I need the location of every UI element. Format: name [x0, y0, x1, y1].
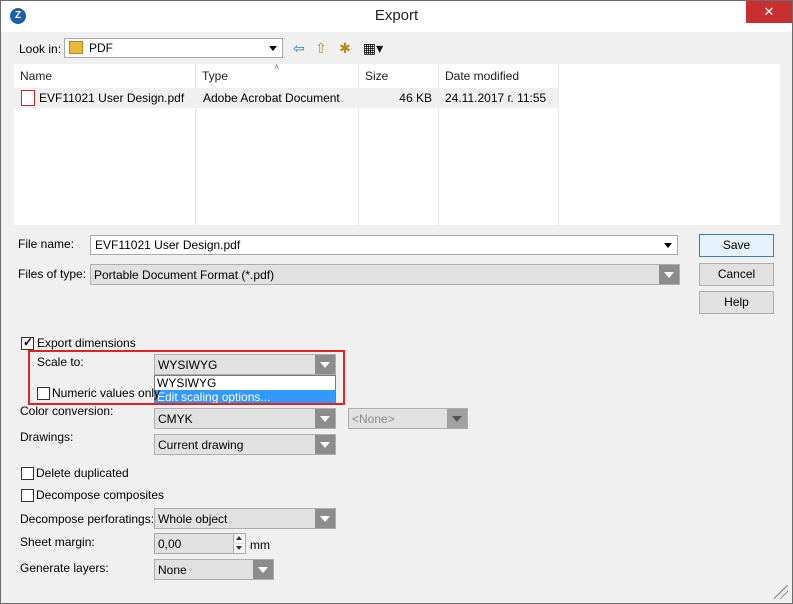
spin-down-icon[interactable] — [233, 544, 245, 553]
title-bar: Z Export ✕ — [1, 1, 792, 32]
decompose-perforatings-label: Decompose perforatings: — [20, 512, 155, 526]
file-name-label: File name: — [18, 237, 75, 251]
view-menu-icon[interactable]: ▦▾ — [360, 40, 386, 56]
decompose-perforatings-value: Whole object — [158, 512, 228, 526]
spin-up-icon[interactable] — [233, 534, 245, 543]
window-title: Export — [374, 7, 419, 24]
file-type-value: Portable Document Format (*.pdf) — [94, 268, 275, 282]
chevron-down-icon — [447, 409, 467, 428]
sort-arrow-icon: ˄ — [274, 62, 280, 72]
column-header-date[interactable]: Date modified — [439, 64, 559, 88]
delete-duplicated-checkbox[interactable] — [21, 467, 34, 480]
help-button[interactable]: Help — [699, 291, 774, 314]
decompose-composites-checkbox[interactable] — [21, 489, 34, 502]
folder-icon — [69, 41, 83, 54]
file-name-cell: EVF11021 User Design.pdf — [39, 91, 185, 105]
chevron-down-icon[interactable] — [253, 560, 273, 579]
file-type-cell: Adobe Acrobat Document — [203, 91, 340, 105]
save-button[interactable]: Save — [699, 234, 774, 257]
file-name-value: EVF11021 User Design.pdf — [95, 238, 241, 252]
file-type-combo[interactable]: Portable Document Format (*.pdf) — [90, 264, 680, 285]
chevron-down-icon[interactable] — [659, 265, 679, 284]
generate-layers-combo[interactable]: None — [154, 559, 274, 580]
cancel-button[interactable]: Cancel — [699, 263, 774, 286]
chevron-down-icon[interactable] — [315, 509, 335, 528]
chevron-down-icon[interactable] — [315, 409, 335, 428]
sheet-margin-stepper[interactable]: 0,00 — [154, 533, 246, 554]
export-dialog: Z Export ✕ Look in: PDF ⇦ ⇧ ✱ ▦▾ Name Ty… — [0, 0, 793, 604]
file-name-field[interactable]: EVF11021 User Design.pdf — [90, 235, 678, 255]
decompose-perforatings-combo[interactable]: Whole object — [154, 508, 336, 529]
color-conversion-label: Color conversion: — [20, 404, 114, 418]
sheet-margin-unit: mm — [250, 538, 270, 552]
generate-layers-value: None — [158, 563, 187, 577]
chevron-down-icon[interactable] — [315, 435, 335, 454]
color-conversion-combo[interactable]: CMYK — [154, 408, 336, 429]
file-size-cell: 46 KB — [399, 91, 432, 105]
generate-layers-label: Generate layers: — [20, 561, 109, 575]
color-conversion-value: CMYK — [158, 412, 193, 426]
color-profile-value: <None> — [352, 412, 395, 426]
pdf-file-icon — [21, 90, 35, 106]
column-header-size[interactable]: Size — [359, 64, 439, 88]
close-button[interactable]: ✕ — [746, 1, 792, 23]
file-type-label: Files of type: — [18, 267, 87, 281]
drawings-combo[interactable]: Current drawing — [154, 434, 336, 455]
look-in-combo[interactable]: PDF — [64, 38, 283, 58]
color-profile-combo: <None> — [348, 408, 468, 429]
sheet-margin-label: Sheet margin: — [20, 535, 95, 549]
export-dimensions-checkbox[interactable] — [21, 335, 34, 350]
resize-grip-icon[interactable] — [774, 585, 788, 599]
chevron-down-icon[interactable] — [659, 236, 677, 254]
back-icon[interactable]: ⇦ — [290, 40, 308, 56]
chevron-down-icon[interactable] — [264, 39, 282, 57]
callout-highlight — [28, 350, 345, 405]
column-header-name[interactable]: Name — [14, 64, 196, 88]
sheet-margin-value: 0,00 — [158, 537, 182, 551]
drawings-value: Current drawing — [158, 438, 244, 452]
file-date-cell: 24.11.2017 г. 11:55 — [445, 91, 547, 105]
look-in-value: PDF — [89, 41, 113, 55]
export-dimensions-label: Export dimensions — [37, 336, 136, 350]
delete-duplicated-label: Delete duplicated — [36, 466, 129, 480]
look-in-label: Look in: — [19, 42, 62, 56]
file-row[interactable]: EVF11021 User Design.pdf Adobe Acrobat D… — [14, 88, 559, 108]
drawings-label: Drawings: — [20, 430, 74, 444]
new-folder-icon[interactable]: ✱ — [336, 40, 354, 56]
file-list[interactable]: Name Type ˄ Size Date modified EVF11021 … — [14, 62, 780, 225]
decompose-composites-label: Decompose composites — [36, 488, 165, 502]
up-folder-icon[interactable]: ⇧ — [312, 40, 330, 56]
